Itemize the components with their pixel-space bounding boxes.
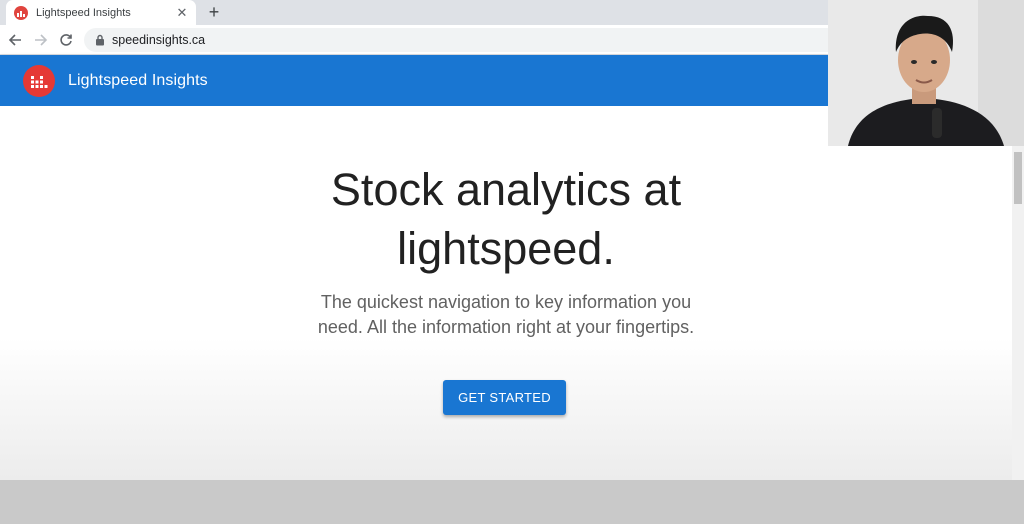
browser-tab[interactable]: Lightspeed Insights ✕ (6, 0, 196, 25)
hero-subtitle-line-2: need. All the information right at your … (317, 317, 695, 337)
back-arrow-icon[interactable] (5, 30, 25, 50)
tab-title: Lightspeed Insights (36, 6, 131, 19)
lock-icon (94, 33, 106, 47)
hero-title-line-2: lightspeed. (397, 223, 615, 274)
hero-title: Stock analytics at lightspeed. (0, 160, 1012, 278)
hero-title-line-1: Stock analytics at (330, 164, 682, 215)
app-title[interactable]: Lightspeed Insights (68, 72, 208, 90)
scrollbar-thumb[interactable] (1014, 152, 1022, 204)
page-scrollbar[interactable] (1012, 146, 1024, 480)
app-header: Lightspeed Insights (0, 55, 828, 106)
forward-arrow-icon[interactable] (31, 30, 51, 50)
reload-icon[interactable] (56, 30, 76, 50)
get-started-button[interactable]: GET STARTED (443, 380, 566, 415)
hero-subtitle-line-1: The quickest navigation to key informati… (320, 292, 692, 312)
presenter-video-icon (828, 0, 1024, 146)
url-text: speedinsights.ca (112, 33, 206, 47)
bottom-strip (0, 480, 1024, 524)
hero-subtitle: The quickest navigation to key informati… (0, 290, 1012, 340)
bar-chart-logo-icon[interactable] (23, 64, 55, 97)
plus-icon[interactable]: + (204, 2, 224, 22)
address-bar[interactable]: speedinsights.ca (84, 28, 844, 52)
close-icon[interactable]: ✕ (174, 5, 190, 21)
favicon-icon (14, 5, 28, 20)
